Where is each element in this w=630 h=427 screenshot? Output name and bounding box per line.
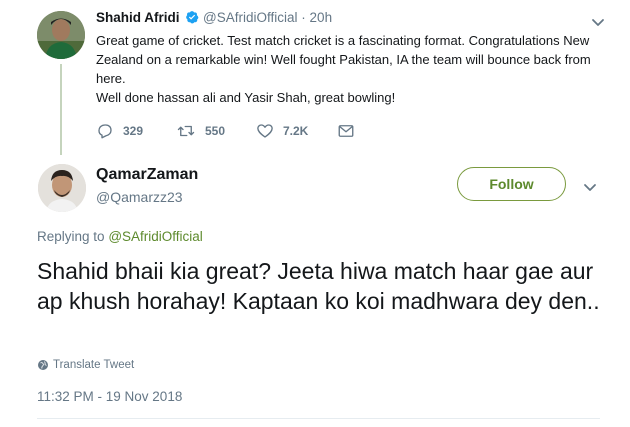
thread-connector-line <box>60 64 62 155</box>
reply-count: 329 <box>123 124 144 138</box>
tweet-text-paragraph: Great game of cricket. Test match cricke… <box>96 33 591 86</box>
replying-to-label: Replying to <box>37 229 105 244</box>
separator-dot: · <box>301 10 306 25</box>
author-handle[interactable]: @SAfridiOfficial <box>203 10 297 25</box>
original-tweet-header: Shahid Afridi @SAfridiOfficial · 20h <box>96 10 332 27</box>
tweet-time[interactable]: 20h <box>310 10 333 25</box>
retweet-count: 550 <box>205 124 226 138</box>
direct-message-icon <box>338 125 354 137</box>
translate-label: Translate Tweet <box>53 359 135 371</box>
retweet-button[interactable]: 550 <box>176 121 225 141</box>
tweet-text-paragraph: Well done hassan ali and Yasir Shah, gre… <box>96 90 396 105</box>
retweet-icon <box>177 125 195 137</box>
reply-author-handle[interactable]: @Qamarzz23 <box>96 189 183 205</box>
divider <box>37 418 600 419</box>
follow-button[interactable]: Follow <box>457 167 566 201</box>
chevron-down-icon[interactable] <box>591 15 605 26</box>
original-tweet-text: Great game of cricket. Test match cricke… <box>96 31 601 107</box>
translate-tweet-link[interactable]: Translate Tweet <box>37 359 134 371</box>
reply-button[interactable]: 329 <box>96 121 143 141</box>
direct-message-button[interactable] <box>337 121 364 141</box>
reply-tweet-text: Shahid bhaii kia great? Jeeta hiwa match… <box>37 258 600 314</box>
qamarzaman-avatar[interactable] <box>38 164 86 212</box>
tweet-timestamp[interactable]: 11:32 PM - 19 Nov 2018 <box>37 389 182 404</box>
like-count: 7.2K <box>283 124 309 138</box>
replying-to-line: Replying to @SAfridiOfficial <box>37 229 203 244</box>
globe-icon <box>38 360 48 370</box>
like-button[interactable]: 7.2K <box>256 121 308 141</box>
verified-badge-icon <box>185 10 199 27</box>
reply-author-name[interactable]: QamarZaman <box>96 166 198 184</box>
avatar-image <box>38 164 86 212</box>
replying-to-mention[interactable]: @SAfridiOfficial <box>108 229 202 244</box>
like-icon <box>257 124 273 138</box>
chevron-down-icon[interactable] <box>583 180 597 191</box>
reply-icon <box>98 124 112 139</box>
author-name[interactable]: Shahid Afridi <box>96 10 180 25</box>
shahid-afridi-avatar[interactable] <box>37 11 85 59</box>
avatar-image <box>37 11 85 59</box>
